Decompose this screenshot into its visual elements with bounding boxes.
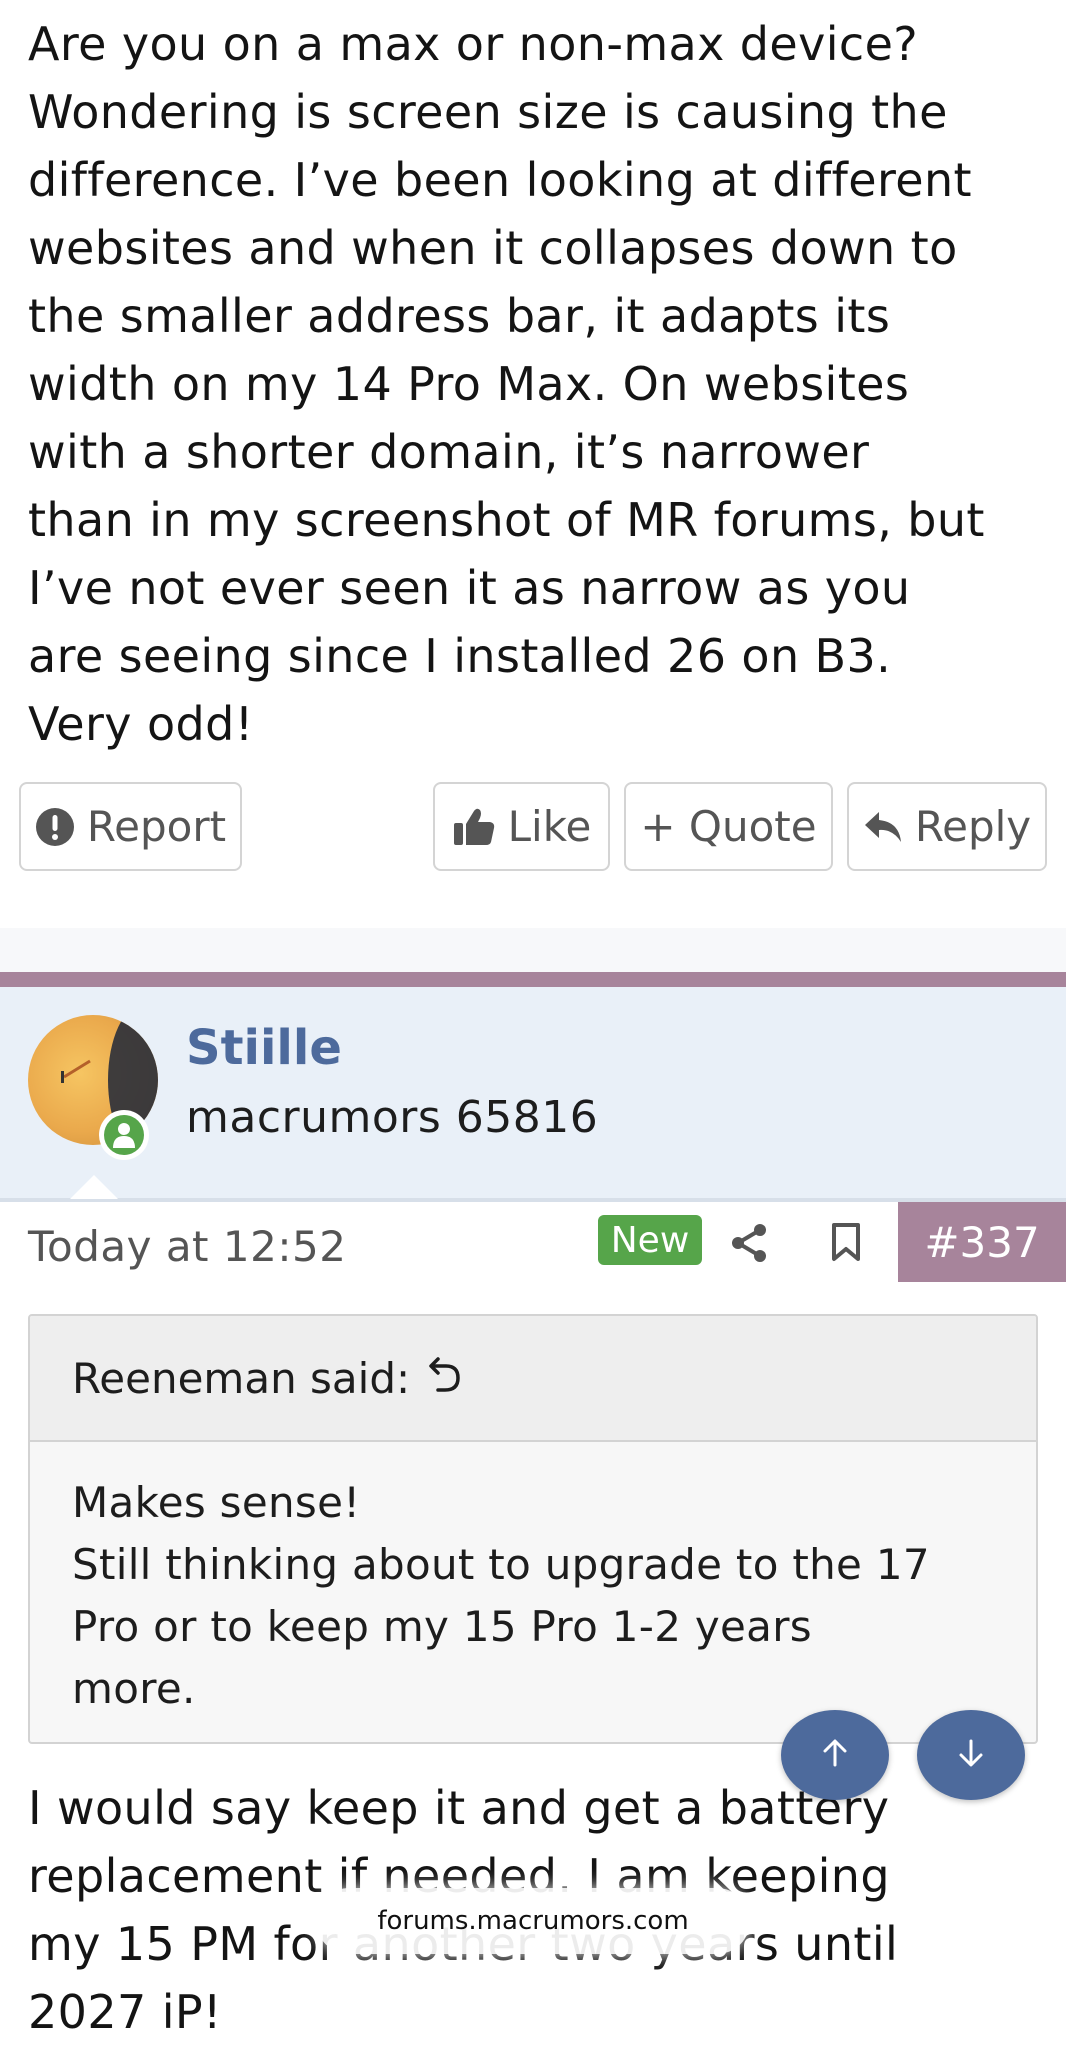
share-icon[interactable] bbox=[728, 1222, 770, 1268]
post-line: width on my 14 Pro Max. On websites bbox=[28, 357, 910, 411]
like-button[interactable]: Like bbox=[433, 782, 610, 871]
post-date[interactable]: Today at 12:52 bbox=[28, 1222, 346, 1271]
post-line: difference. I’ve been looking at differe… bbox=[28, 153, 972, 207]
url-text: forums.macrumors.com bbox=[377, 1906, 689, 1936]
post-separator bbox=[0, 928, 1066, 972]
browser-address-bar[interactable]: forums.macrumors.com bbox=[316, 1888, 750, 1954]
reply-line: 2027 iP! bbox=[28, 1985, 222, 2039]
arrow-down-icon bbox=[956, 1738, 986, 1772]
scroll-up-button[interactable] bbox=[781, 1710, 889, 1800]
post-number-link[interactable]: #337 bbox=[898, 1202, 1066, 1282]
quote-line: more. bbox=[72, 1664, 196, 1713]
quote-author: Reeneman said: bbox=[72, 1353, 411, 1403]
thumbs-up-icon bbox=[452, 807, 496, 847]
post-line: with a shorter domain, it’s narrower bbox=[28, 425, 870, 479]
post-line: Wondering is screen size is causing the bbox=[28, 85, 948, 139]
quote-line: Makes sense! bbox=[72, 1478, 361, 1527]
post-line: websites and when it collapses down to bbox=[28, 221, 958, 275]
quote-button[interactable]: + Quote bbox=[624, 782, 833, 871]
post-line: are seeing since I installed 26 on B3. bbox=[28, 629, 892, 683]
undo-arrow-icon[interactable] bbox=[428, 1354, 462, 1403]
post-line: the smaller address bar, it adapts its bbox=[28, 289, 891, 343]
report-button[interactable]: Report bbox=[19, 782, 242, 871]
bookmark-icon[interactable] bbox=[830, 1222, 862, 1266]
quote-label: + Quote bbox=[640, 802, 817, 851]
reply-arrow-icon bbox=[863, 810, 903, 844]
post-divider-bar bbox=[0, 972, 1066, 987]
arrow-up-icon bbox=[820, 1738, 850, 1772]
exclamation-circle-icon bbox=[35, 807, 75, 847]
quote-line: Still thinking about to upgrade to the 1… bbox=[72, 1540, 930, 1589]
user-band-notch bbox=[70, 1175, 118, 1199]
quote-header[interactable]: Reeneman said: bbox=[30, 1316, 1036, 1442]
report-label: Report bbox=[86, 802, 227, 851]
reply-button[interactable]: Reply bbox=[847, 782, 1047, 871]
post-line: than in my screenshot of MR forums, but bbox=[28, 493, 985, 547]
reply-line: I would say keep it and get a battery bbox=[28, 1781, 890, 1835]
post-line: Are you on a max or non-max device? bbox=[28, 17, 919, 71]
post-actions: Report Like + Quote Reply bbox=[0, 782, 1066, 877]
quote-body: Makes sense! Still thinking about to upg… bbox=[30, 1442, 1036, 1720]
post-line: Very odd! bbox=[28, 697, 254, 751]
online-status-icon bbox=[99, 1110, 149, 1160]
quote-line: Pro or to keep my 15 Pro 1-2 years bbox=[72, 1602, 812, 1651]
user-title: macrumors 65816 bbox=[186, 1092, 599, 1143]
post-line: I’ve not ever seen it as narrow as you bbox=[28, 561, 911, 615]
reply-label: Reply bbox=[914, 802, 1032, 851]
post-body: Are you on a max or non-max device? Wond… bbox=[28, 10, 1038, 758]
new-badge: New bbox=[598, 1215, 702, 1265]
quote-block: Reeneman said: Makes sense! Still thinki… bbox=[28, 1314, 1038, 1744]
like-label: Like bbox=[507, 802, 592, 851]
username[interactable]: Stiille bbox=[186, 1020, 342, 1076]
scroll-down-button[interactable] bbox=[917, 1710, 1025, 1800]
